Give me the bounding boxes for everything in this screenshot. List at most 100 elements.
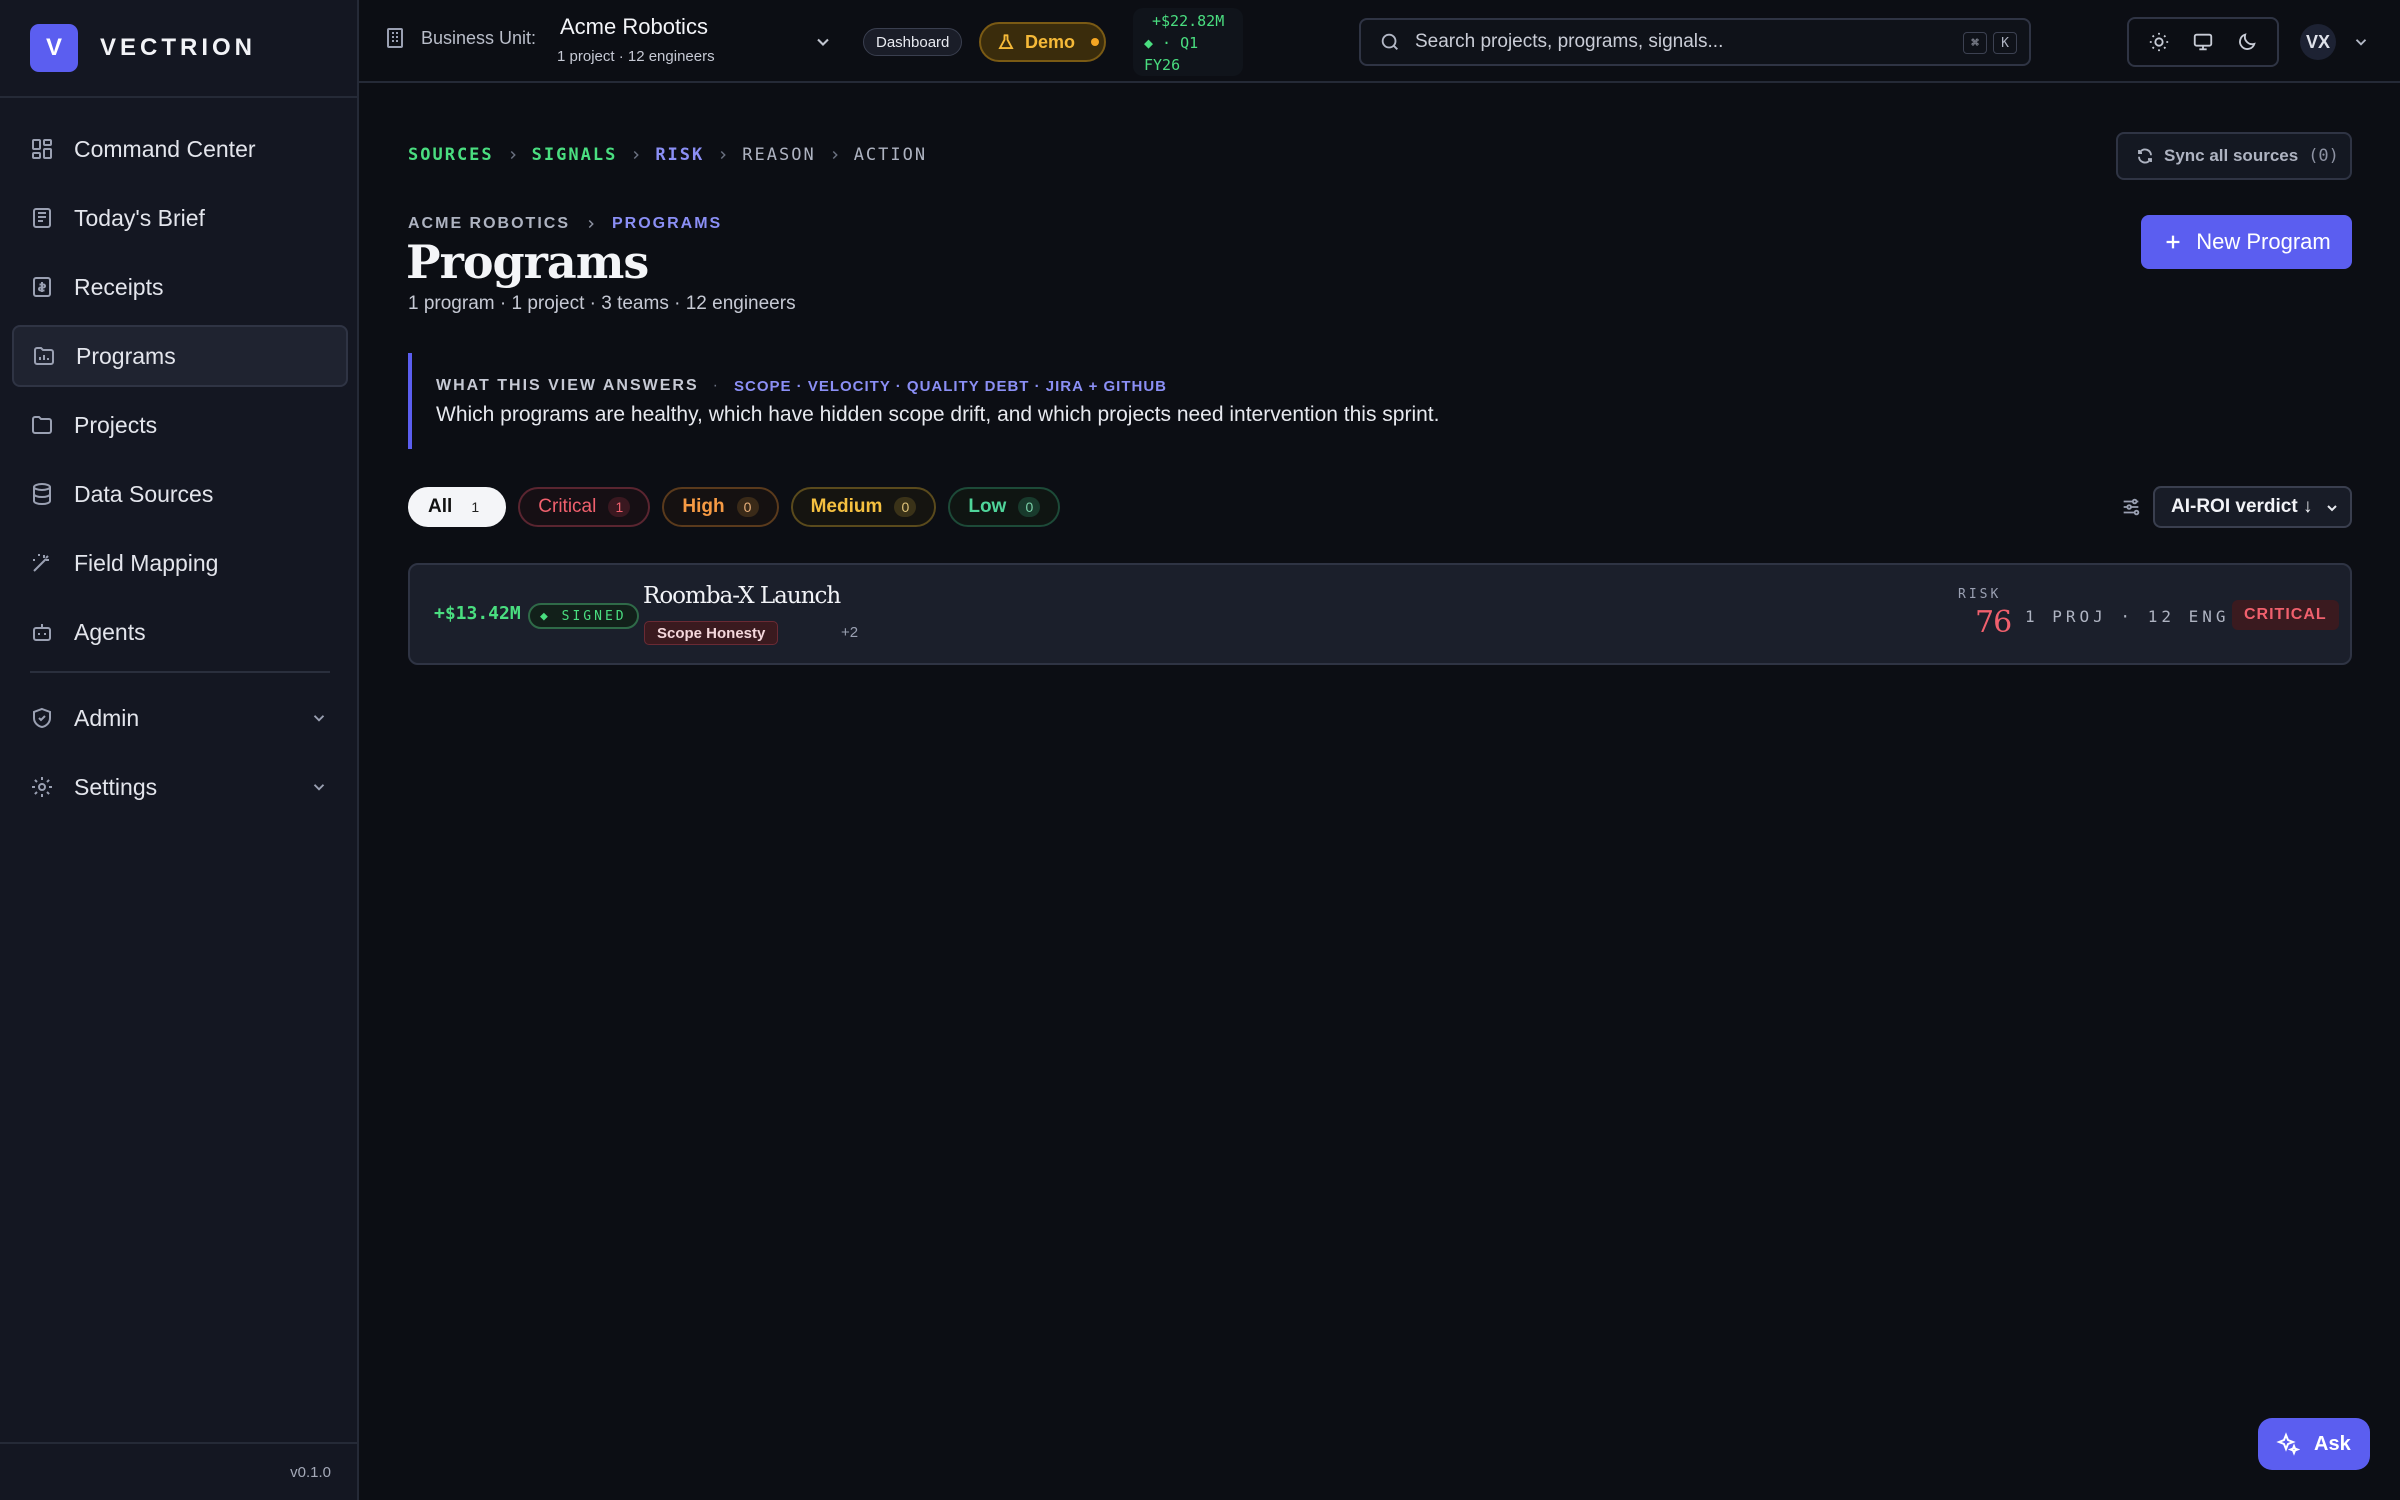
filter-label: Critical — [538, 496, 597, 517]
pipeline-step-sources[interactable]: SOURCES — [408, 145, 494, 165]
newspaper-icon — [30, 206, 54, 230]
chevron-down-icon — [310, 778, 328, 796]
moon-icon[interactable] — [2236, 31, 2258, 53]
sidebar-group-admin[interactable]: Admin — [12, 687, 348, 749]
ask-label: Ask — [2314, 1432, 2351, 1455]
sidebar-item-agents[interactable]: Agents — [12, 601, 348, 663]
sidebar-item-label: Data Sources — [74, 480, 214, 507]
sidebar-nav: Command Center Today's Brief Receipts Pr… — [12, 118, 348, 825]
pipeline-step-risk[interactable]: RISK — [655, 145, 704, 165]
pipeline-step-reason[interactable]: REASON — [742, 145, 815, 165]
ask-assistant-button[interactable]: Ask — [2258, 1418, 2370, 1470]
page-title: Programs — [406, 235, 649, 289]
demo-label: Demo — [1025, 31, 1076, 52]
filter-count: 1 — [471, 499, 480, 515]
brand-name: VECTRION — [100, 34, 257, 61]
filter-count: 0 — [1018, 497, 1041, 517]
sidebar-item-label: Today's Brief — [74, 204, 205, 231]
chevron-down-icon[interactable] — [2352, 33, 2370, 51]
database-icon — [30, 482, 54, 506]
top-header: Business Unit: Acme Robotics 1 project ·… — [359, 0, 2400, 83]
filter-low[interactable]: Low 0 — [948, 487, 1061, 527]
sync-label: Sync all sources — [2164, 146, 2299, 165]
filter-medium[interactable]: Medium 0 — [790, 487, 937, 527]
wand-icon — [30, 551, 54, 575]
page-summary: 1 program · 1 project · 3 teams · 12 eng… — [408, 293, 796, 314]
pipeline-breadcrumb: SOURCES SIGNALS RISK REASON ACTION — [408, 145, 927, 165]
roi-fiscal-year: FY26 — [1144, 56, 1181, 74]
view-explainer: WHAT THIS VIEW ANSWERS · SCOPE · VELOCIT… — [408, 353, 1508, 449]
sidebar-item-label: Command Center — [74, 135, 256, 162]
sun-icon[interactable] — [2148, 31, 2170, 53]
sidebar-item-label: Receipts — [74, 273, 164, 300]
filter-label: Medium — [810, 496, 883, 517]
business-unit-summary: 1 project · 12 engineers — [557, 48, 715, 65]
signed-badge: ◆ SIGNED — [528, 603, 639, 629]
shortcut-key-k: K — [1993, 32, 2017, 54]
business-unit-name[interactable]: Acme Robotics — [560, 14, 708, 40]
explainer-text: Which programs are healthy, which have h… — [436, 403, 1440, 426]
sidebar-item-label: Projects — [74, 411, 158, 438]
building-icon — [383, 26, 407, 50]
sidebar-item-label: Settings — [74, 773, 158, 800]
breadcrumb-root[interactable]: ACME ROBOTICS — [408, 215, 570, 233]
global-search[interactable]: ⌘ K — [1359, 18, 2031, 66]
sidebar-item-receipts[interactable]: Receipts — [12, 256, 348, 318]
sidebar-item-programs[interactable]: Programs — [12, 325, 348, 387]
filter-all[interactable]: All 1 — [408, 487, 507, 527]
dashboard-button[interactable]: Dashboard — [863, 28, 963, 56]
roi-period: ◆ · Q1 — [1144, 34, 1199, 52]
filter-label: High — [682, 496, 725, 517]
refresh-icon — [2136, 147, 2154, 165]
search-icon — [1379, 31, 1401, 53]
folder-icon — [30, 413, 54, 437]
sparkles-icon — [2276, 1432, 2300, 1456]
filter-count: 0 — [894, 497, 917, 517]
divider — [0, 96, 357, 98]
program-card[interactable]: +$13.42M ◆ SIGNED Roomba-X Launch Scope … — [408, 563, 2352, 665]
sidebar-item-data-sources[interactable]: Data Sources — [12, 463, 348, 525]
sidebar-item-label: Agents — [74, 618, 146, 645]
theme-switcher — [2127, 17, 2279, 67]
explainer-kicker: WHAT THIS VIEW ANSWERS — [436, 377, 699, 394]
divider — [30, 671, 330, 673]
new-program-button[interactable]: New Program — [2141, 215, 2352, 269]
monitor-icon[interactable] — [2192, 31, 2214, 53]
business-unit-label-text: Business Unit: — [421, 27, 537, 48]
sidebar-item-field-mapping[interactable]: Field Mapping — [12, 532, 348, 594]
sync-count: (0) — [2308, 146, 2339, 166]
sidebar-item-todays-brief[interactable]: Today's Brief — [12, 187, 348, 249]
business-unit-label: Business Unit: — [383, 26, 536, 50]
sidebar-group-settings[interactable]: Settings — [12, 756, 348, 818]
program-roi: +$13.42M — [434, 603, 521, 624]
avatar[interactable]: VX — [2300, 24, 2336, 60]
sync-all-sources-button[interactable]: Sync all sources (0) — [2116, 132, 2352, 180]
explainer-separator: · — [712, 377, 720, 394]
chevron-down-icon — [2324, 500, 2340, 516]
pipeline-step-action[interactable]: ACTION — [854, 145, 927, 165]
app-version: v0.1.0 — [290, 1464, 331, 1481]
pipeline-step-signals[interactable]: SIGNALS — [532, 145, 618, 165]
demo-mode-badge[interactable]: Demo — [979, 22, 1106, 62]
sort-select[interactable]: AI-ROI verdict ↓ — [2153, 486, 2352, 528]
filter-high[interactable]: High 0 — [662, 487, 779, 527]
chevron-right-icon — [716, 148, 730, 162]
sliders-icon[interactable] — [2120, 496, 2142, 518]
sidebar: V VECTRION Command Center Today's Brief … — [0, 0, 359, 1500]
chevron-down-icon[interactable] — [813, 32, 833, 52]
chevron-right-icon — [629, 148, 643, 162]
filter-count: 1 — [608, 497, 631, 517]
more-tags[interactable]: +2 — [841, 624, 858, 641]
status-dot — [1091, 38, 1100, 46]
brand[interactable]: V VECTRION — [30, 24, 256, 72]
search-input[interactable] — [1415, 31, 1935, 53]
program-tag[interactable]: Scope Honesty — [644, 621, 779, 645]
filter-label: Low — [968, 496, 1007, 517]
sidebar-item-projects[interactable]: Projects — [12, 394, 348, 456]
chevron-down-icon — [310, 709, 328, 727]
filter-critical[interactable]: Critical 1 — [518, 487, 651, 527]
main-content: SOURCES SIGNALS RISK REASON ACTION Sync … — [359, 85, 2400, 1500]
roi-summary[interactable]: +$22.82M ◆ · Q1 FY26 — [1133, 8, 1243, 76]
sidebar-item-command-center[interactable]: Command Center — [12, 118, 348, 180]
program-name[interactable]: Roomba-X Launch — [643, 583, 841, 609]
